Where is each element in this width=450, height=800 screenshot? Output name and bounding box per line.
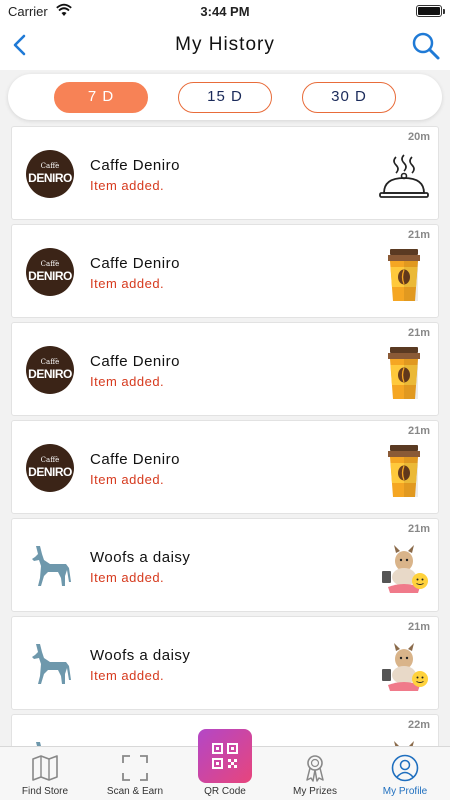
elapsed-time: 22m [407, 719, 430, 731]
logo-small-text: Caffè [40, 456, 60, 464]
elapsed-time: 21m [407, 621, 430, 633]
dog-silhouette-logo [32, 546, 71, 586]
coffee-cup-icon [388, 347, 420, 399]
item-thumbnail [378, 345, 430, 401]
logo-small-text: Caffè [40, 260, 60, 268]
merchant-name: Woofs a daisy [90, 549, 191, 566]
caffe-deniro-logo: Caffè DENIRO [26, 150, 74, 198]
history-action: Item added. [90, 472, 165, 487]
history-action: Item added. [90, 570, 165, 585]
tab-label: Find Store [21, 786, 69, 797]
history-action: Item added. [90, 668, 165, 683]
battery-icon [416, 5, 445, 17]
merchant-name: Caffe Deniro [90, 353, 180, 370]
tab-find-store[interactable]: Find Store [0, 747, 90, 800]
item-thumbnail [378, 443, 430, 499]
search-icon[interactable] [410, 30, 442, 62]
logo-big-text: DENIRO [28, 367, 72, 381]
logo-big-text: DENIRO [28, 269, 72, 283]
history-card[interactable]: Woofs a daisy Item added. 21m [11, 518, 439, 612]
history-card[interactable]: Caffè DENIRO Caffe Deniro Item added. 21m [11, 420, 439, 514]
history-list[interactable]: Caffè DENIRO Caffe Deniro Item added. 20m … [0, 124, 450, 746]
merchant-logo: Caffè DENIRO [26, 444, 74, 492]
caffe-deniro-logo: Caffè DENIRO [26, 346, 74, 394]
map-icon [32, 755, 58, 781]
tab-my-prizes[interactable]: My Prizes [270, 747, 360, 800]
item-thumbnail [378, 149, 430, 205]
history-card[interactable]: Caffè DENIRO Caffe Deniro Item added. 20m [11, 126, 439, 220]
logo-small-text: Caffè [40, 358, 60, 366]
history-action: Item added. [90, 178, 165, 193]
history-action: Item added. [90, 276, 165, 291]
merchant-name: Caffe Deniro [90, 255, 180, 272]
scan-frame-icon [122, 755, 148, 781]
tab-label: Scan & Earn [106, 786, 164, 797]
dog-silhouette-logo [36, 742, 41, 746]
history-action: Item added. [90, 374, 165, 389]
elapsed-time: 21m [407, 327, 430, 339]
dog-photo [378, 541, 430, 597]
logo-big-text: DENIRO [28, 465, 72, 479]
dog-photo [378, 737, 430, 746]
coffee-cup-icon [388, 249, 420, 301]
logo-small-text: Caffè [40, 162, 60, 170]
elapsed-time: 20m [407, 131, 430, 143]
item-thumbnail [378, 639, 430, 695]
medal-icon [306, 755, 324, 782]
tab-label: My Prizes [293, 786, 337, 797]
profile-icon [391, 754, 419, 782]
history-card[interactable]: Woofs a daisy Item added. 21m [11, 616, 439, 710]
merchant-logo: Caffè DENIRO [26, 248, 74, 296]
elapsed-time: 21m [407, 229, 430, 241]
merchant-name: Woofs a daisy [90, 647, 191, 664]
caffe-deniro-logo: Caffè DENIRO [26, 444, 74, 492]
elapsed-time: 21m [407, 425, 430, 437]
history-card[interactable]: Caffè DENIRO Caffe Deniro Item added. 21m [11, 322, 439, 416]
qr-code-button[interactable] [198, 729, 252, 783]
merchant-logo: Caffè DENIRO [26, 346, 74, 394]
period-filter: 7 D 15 D 30 D [8, 74, 442, 120]
merchant-logo [26, 738, 74, 746]
caffe-deniro-logo: Caffè DENIRO [26, 248, 74, 296]
history-card[interactable]: Caffè DENIRO Caffe Deniro Item added. 21m [11, 224, 439, 318]
status-bar: Carrier 3:44 PM [0, 0, 450, 22]
merchant-name: Caffe Deniro [90, 157, 180, 174]
filter-7-days-button[interactable]: 7 D [54, 82, 148, 113]
tab-my-profile[interactable]: My Profile [360, 747, 450, 800]
merchant-name: Caffe Deniro [90, 451, 180, 468]
filter-30-days-button[interactable]: 30 D [302, 82, 396, 113]
merchant-logo [26, 542, 74, 590]
merchant-logo [26, 640, 74, 688]
coffee-cup-icon [388, 445, 420, 497]
item-thumbnail [378, 541, 430, 597]
elapsed-time: 21m [407, 523, 430, 535]
item-thumbnail [378, 247, 430, 303]
logo-big-text: DENIRO [28, 171, 72, 185]
filter-15-days-button[interactable]: 15 D [178, 82, 272, 113]
tab-label: My Profile [382, 786, 428, 797]
navigation-bar: My History [0, 22, 450, 70]
page-title: My History [175, 34, 275, 55]
qr-code-icon [212, 743, 238, 769]
tab-label: QR Code [204, 786, 246, 797]
dog-silhouette-logo [32, 644, 71, 684]
food-cloche-icon [379, 154, 429, 198]
merchant-logo: Caffè DENIRO [26, 150, 74, 198]
tab-scan-earn[interactable]: Scan & Earn [90, 747, 180, 800]
clock: 3:44 PM [200, 4, 250, 19]
item-thumbnail [378, 737, 430, 746]
dog-photo [378, 639, 430, 695]
